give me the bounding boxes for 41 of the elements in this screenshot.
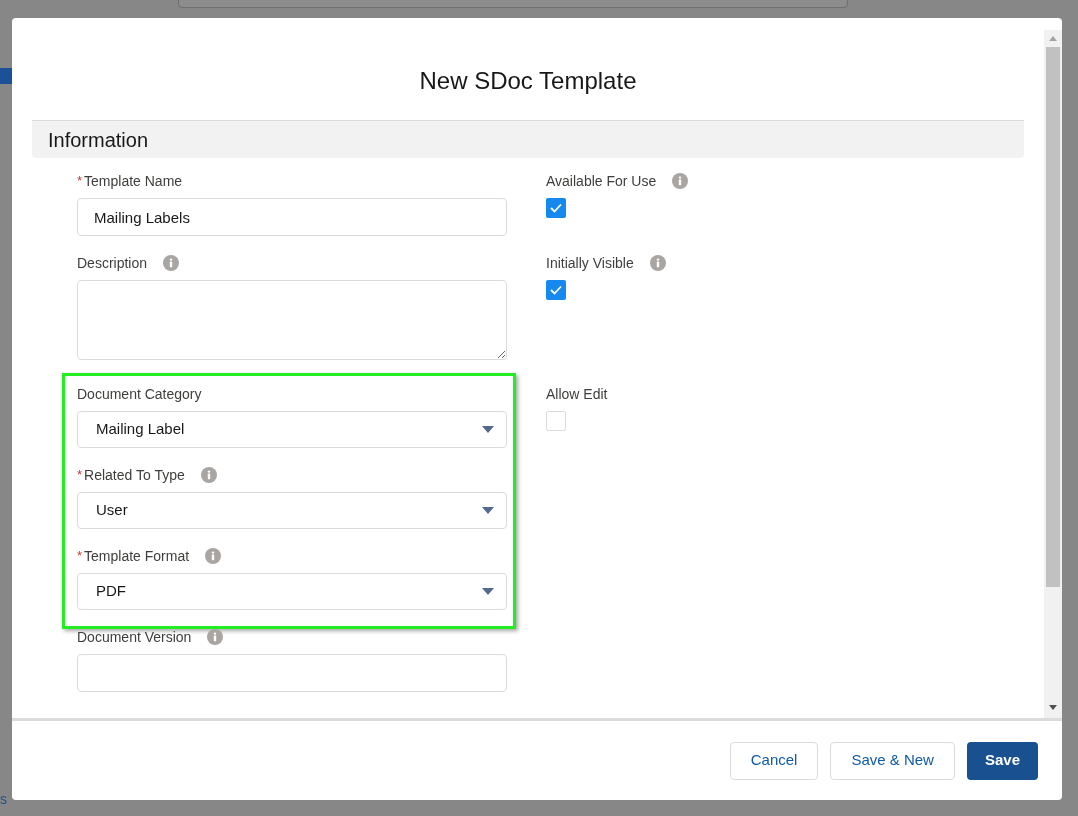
info-icon[interactable] xyxy=(205,548,222,564)
text-input[interactable]: Mailing Labels xyxy=(77,198,507,236)
footer-button[interactable]: Save & New xyxy=(830,741,955,780)
scrollbar[interactable] xyxy=(1044,30,1062,718)
required-asterisk: * xyxy=(77,172,83,191)
required-asterisk: * xyxy=(77,547,83,566)
checkbox[interactable] xyxy=(546,411,566,431)
field-label: Initially Visible xyxy=(546,253,634,273)
checkbox[interactable] xyxy=(546,280,566,300)
scroll-up-icon[interactable] xyxy=(1049,36,1057,41)
save-button[interactable]: Save xyxy=(966,741,1038,780)
field-label: Related To Type xyxy=(84,465,185,485)
field-label: Document Category xyxy=(77,384,202,404)
field-label: Allow Edit xyxy=(546,384,608,404)
info-icon[interactable] xyxy=(200,467,217,483)
caret-down-icon xyxy=(482,587,494,596)
field-label: Available For Use xyxy=(546,171,657,191)
caret-down-icon xyxy=(482,506,494,515)
checkbox[interactable] xyxy=(546,198,566,218)
text-input[interactable] xyxy=(77,654,507,692)
select-dropdown[interactable]: PDF xyxy=(77,573,507,610)
caret-down-icon xyxy=(482,425,494,434)
field-label: Description xyxy=(77,253,148,273)
select-dropdown[interactable]: Mailing Label xyxy=(77,411,507,448)
checkmark-icon xyxy=(550,203,562,213)
checkmark-icon xyxy=(550,285,562,295)
info-icon[interactable] xyxy=(207,629,224,645)
scrollbar-thumb[interactable] xyxy=(1046,47,1060,587)
required-asterisk: * xyxy=(77,466,83,485)
info-icon[interactable] xyxy=(163,255,180,271)
info-icon[interactable] xyxy=(672,173,689,189)
footer-button[interactable]: Cancel xyxy=(729,741,819,780)
field-label: Document Version xyxy=(77,627,192,647)
select-dropdown[interactable]: User xyxy=(77,492,507,529)
section-header: Information xyxy=(32,120,1024,158)
field-label: Template Format xyxy=(84,546,190,566)
description-textarea[interactable] xyxy=(77,280,507,360)
modal-title: New SDoc Template xyxy=(419,66,637,96)
field-label: Template Name xyxy=(84,171,183,191)
info-icon[interactable] xyxy=(649,255,666,271)
scroll-down-icon[interactable] xyxy=(1049,705,1057,710)
